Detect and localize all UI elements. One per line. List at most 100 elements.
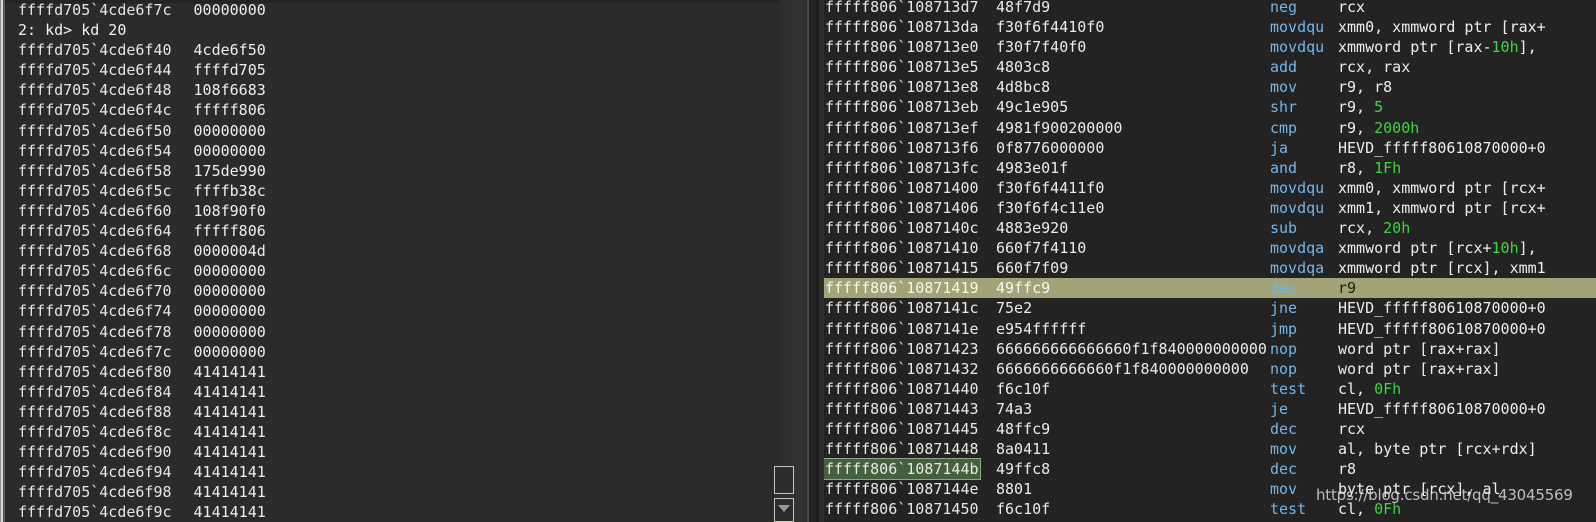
instruction-operands: cl, 0Fh — [1338, 500, 1402, 519]
disassembly-row[interactable]: fffff806`108713f6 0f8776000000 ja HEVD_ffff… — [824, 138, 1596, 158]
instruction-address: fffff806`108713f6 — [824, 138, 996, 158]
instruction-address-text: fffff806`108713f6 — [825, 138, 979, 157]
instruction-operands: r8 — [1338, 460, 1357, 479]
memory-row-address: ffffd705`4cde6f90 — [18, 443, 172, 462]
instruction-operands: xmm0, xmmword ptr [rcx+ — [1338, 178, 1546, 197]
disassembly-row-cells: fffff806`10871415 660f7f09 movdqa xmmword p… — [824, 258, 1596, 278]
operand-immediate: 20h — [1383, 219, 1411, 238]
memory-row: ffffd705`4cde6f80 41414141 — [5, 362, 780, 382]
memory-dump-pane[interactable]: ffffd705`4cde6f7c 00000000 2: kd> kd 20 f… — [0, 0, 780, 522]
disassembly-row[interactable]: fffff806`10871432 6666666666660f1f8400000… — [824, 359, 1596, 379]
instruction-address-text: fffff806`108713d7 — [825, 0, 979, 16]
memory-row-value: 4cde6f50 — [193, 41, 266, 60]
memory-row-address: ffffd705`4cde6f5c — [18, 181, 172, 200]
memory-row: ffffd705`4cde6f50 00000000 — [5, 121, 780, 141]
disassembly-row-cells: fffff806`10871423 666666666666660f1f84000… — [824, 339, 1596, 359]
instruction-address: fffff806`1087144b — [824, 458, 996, 481]
disassembly-row-selected[interactable]: fffff806`10871419 49ffc9 dec r9 — [824, 278, 1596, 299]
disassembly-row[interactable]: fffff806`10871415 660f7f09 movdqa xmmword p… — [824, 258, 1596, 278]
instruction-address: fffff806`10871410 — [824, 238, 996, 258]
memory-row: ffffd705`4cde6f64 fffff806 — [5, 221, 780, 241]
instruction-operands: r9, 2000h — [1338, 118, 1420, 137]
scroll-down-button[interactable] — [774, 498, 794, 522]
disassembly-row[interactable]: fffff806`1087144e 8801 mov byte ptr [rcx], … — [824, 479, 1596, 499]
instruction-bytes: e954ffffff — [996, 319, 1087, 338]
instruction-address: fffff806`10871448 — [824, 439, 996, 459]
disassembly-row[interactable]: fffff806`108713eb 49c1e905 shr r9, 5 — [824, 97, 1596, 117]
disassembly-row[interactable]: fffff806`1087140c 4883e920 sub rcx, 20h — [824, 218, 1596, 238]
disassembly-row[interactable]: fffff806`10871443 74a3 je HEVD_fffff8061087… — [824, 399, 1596, 419]
instruction-mnemonic: neg — [1270, 0, 1298, 16]
disassembly-row[interactable]: fffff806`10871448 8a0411 mov al, byte ptr [… — [824, 439, 1596, 459]
instruction-address: fffff806`10871406 — [824, 198, 996, 218]
disassembly-row-current[interactable]: fffff806`1087144b 49ffc8 dec r8 — [824, 458, 1596, 481]
disassembly-row[interactable]: fffff806`1087141c 75e2 jne HEVD_fffff806108… — [824, 298, 1596, 318]
disassembly-row[interactable]: fffff806`10871406 f30f6f4c11e0 movdqu xmm1,… — [824, 198, 1596, 218]
instruction-operands: r9 — [1338, 279, 1357, 298]
memory-row-value: 41414141 — [193, 362, 266, 381]
instruction-address: fffff806`108713da — [824, 17, 996, 37]
memory-dump-scroll-area[interactable]: ffffd705`4cde6f7c 00000000 2: kd> kd 20 f… — [5, 0, 780, 522]
memory-row-address: ffffd705`4cde6f88 — [18, 402, 172, 421]
instruction-mnemonic: jmp — [1270, 319, 1298, 338]
operand-immediate: 0Fh — [1374, 500, 1402, 519]
disassembly-row[interactable]: fffff806`108713fc 4983e01f and r8, 1Fh — [824, 158, 1596, 178]
memory-row: ffffd705`4cde6f68 0000004d — [5, 241, 780, 261]
disassembly-row[interactable]: fffff806`10871440 f6c10f test cl, 0Fh — [824, 379, 1596, 399]
memory-row: ffffd705`4cde6f88 41414141 — [5, 402, 780, 422]
instruction-bytes: 48f7d9 — [996, 0, 1051, 16]
disassembly-row[interactable]: fffff806`108713ef 4981f900200000 cmp r9, 20… — [824, 118, 1596, 138]
instruction-address-text: fffff806`1087140c — [825, 219, 979, 238]
instruction-address-text: fffff806`108713e0 — [825, 38, 979, 57]
memory-row-address: ffffd705`4cde6f50 — [18, 121, 172, 140]
instruction-mnemonic: and — [1270, 158, 1298, 177]
disassembly-row[interactable]: fffff806`108713d7 48f7d9 neg rcx — [824, 0, 1596, 17]
instruction-address-text: fffff806`1087141e — [825, 319, 979, 338]
disassembly-row[interactable]: fffff806`10871423 666666666666660f1f84000… — [824, 339, 1596, 359]
disassembly-row[interactable]: fffff806`108713e8 4d8bc8 mov r9, r8 — [824, 77, 1596, 97]
instruction-bytes: 74a3 — [996, 399, 1033, 418]
memory-row-address: ffffd705`4cde6f48 — [18, 81, 172, 100]
instruction-address: fffff806`10871440 — [824, 379, 996, 399]
instruction-address-text: fffff806`108713e8 — [825, 78, 979, 97]
instruction-bytes: 4983e01f — [996, 158, 1069, 177]
memory-row-value: 00000000 — [193, 342, 266, 361]
memory-row-value: 00000000 — [193, 1, 266, 19]
disassembly-row[interactable]: fffff806`10871400 f30f6f4411f0 movdqu xmm0,… — [824, 178, 1596, 198]
pane-splitter[interactable] — [780, 0, 816, 522]
disassembly-row[interactable]: fffff806`108713e0 f30f7f40f0 movdqu xmmword… — [824, 37, 1596, 57]
disassembly-pane[interactable]: fffff806`108713d7 48f7d9 neg rcx fffff806`10… — [816, 0, 1596, 522]
disassembly-row-cells: fffff806`10871443 74a3 je HEVD_fffff8061087… — [824, 399, 1596, 419]
disassembly-row[interactable]: fffff806`10871445 48ffc9 dec rcx — [824, 419, 1596, 439]
instruction-address-text: fffff806`10871445 — [825, 419, 979, 438]
memory-row-address: ffffd705`4cde6f58 — [18, 161, 172, 180]
disassembly-row[interactable]: fffff806`10871450 f6c10f test cl, 0Fh — [824, 499, 1596, 519]
instruction-bytes: 660f7f09 — [996, 259, 1069, 278]
instruction-bytes: 48ffc9 — [996, 419, 1051, 438]
memory-row-address: ffffd705`4cde6f98 — [18, 483, 172, 502]
instruction-operands: r8, 1Fh — [1338, 158, 1402, 177]
disassembly-scroll-area[interactable]: fffff806`108713d7 48f7d9 neg rcx fffff806`10… — [824, 0, 1596, 522]
operand-immediate: 1Fh — [1374, 158, 1402, 177]
instruction-operands: HEVD_fffff80610870000+0 — [1338, 138, 1546, 157]
memory-row-value: 108f90f0 — [193, 201, 266, 220]
disassembly-row[interactable]: fffff806`108713e5 4803c8 add rcx, rax — [824, 57, 1596, 77]
instruction-mnemonic: dec — [1270, 279, 1298, 298]
instruction-mnemonic: jne — [1270, 299, 1298, 318]
disassembly-row-cells: fffff806`108713e0 f30f7f40f0 movdqu xmmword… — [824, 37, 1596, 57]
disassembly-row-cells: fffff806`108713e5 4803c8 add rcx, rax — [824, 57, 1596, 77]
disassembly-row-cells: fffff806`10871406 f30f6f4c11e0 movdqu xmm1,… — [824, 198, 1596, 218]
instruction-address: fffff806`10871423 — [824, 339, 996, 359]
disassembly-row[interactable]: fffff806`1087141e e954ffffff jmp HEVD_fffff… — [824, 319, 1596, 339]
vertical-scroll-thumb[interactable] — [774, 466, 794, 494]
disassembly-row-cells: fffff806`108713eb 49c1e905 shr r9, 5 — [824, 97, 1596, 117]
instruction-bytes: 4d8bc8 — [996, 78, 1051, 97]
instruction-bytes: f30f6f4c11e0 — [996, 198, 1105, 217]
disassembly-row[interactable]: fffff806`10871410 660f7f4110 movdqa xmmword… — [824, 238, 1596, 258]
disassembly-row-cells: fffff806`1087140c 4883e920 sub rcx, 20h — [824, 218, 1596, 238]
instruction-address: fffff806`108713ef — [824, 118, 996, 138]
disassembly-row-cells: fffff806`1087141c 75e2 jne HEVD_fffff806108… — [824, 298, 1596, 318]
instruction-bytes: 49ffc8 — [996, 460, 1051, 479]
disassembly-row[interactable]: fffff806`108713da f30f6f4410f0 movdqu xmm0,… — [824, 17, 1596, 37]
memory-row-address: ffffd705`4cde6f68 — [18, 242, 172, 261]
